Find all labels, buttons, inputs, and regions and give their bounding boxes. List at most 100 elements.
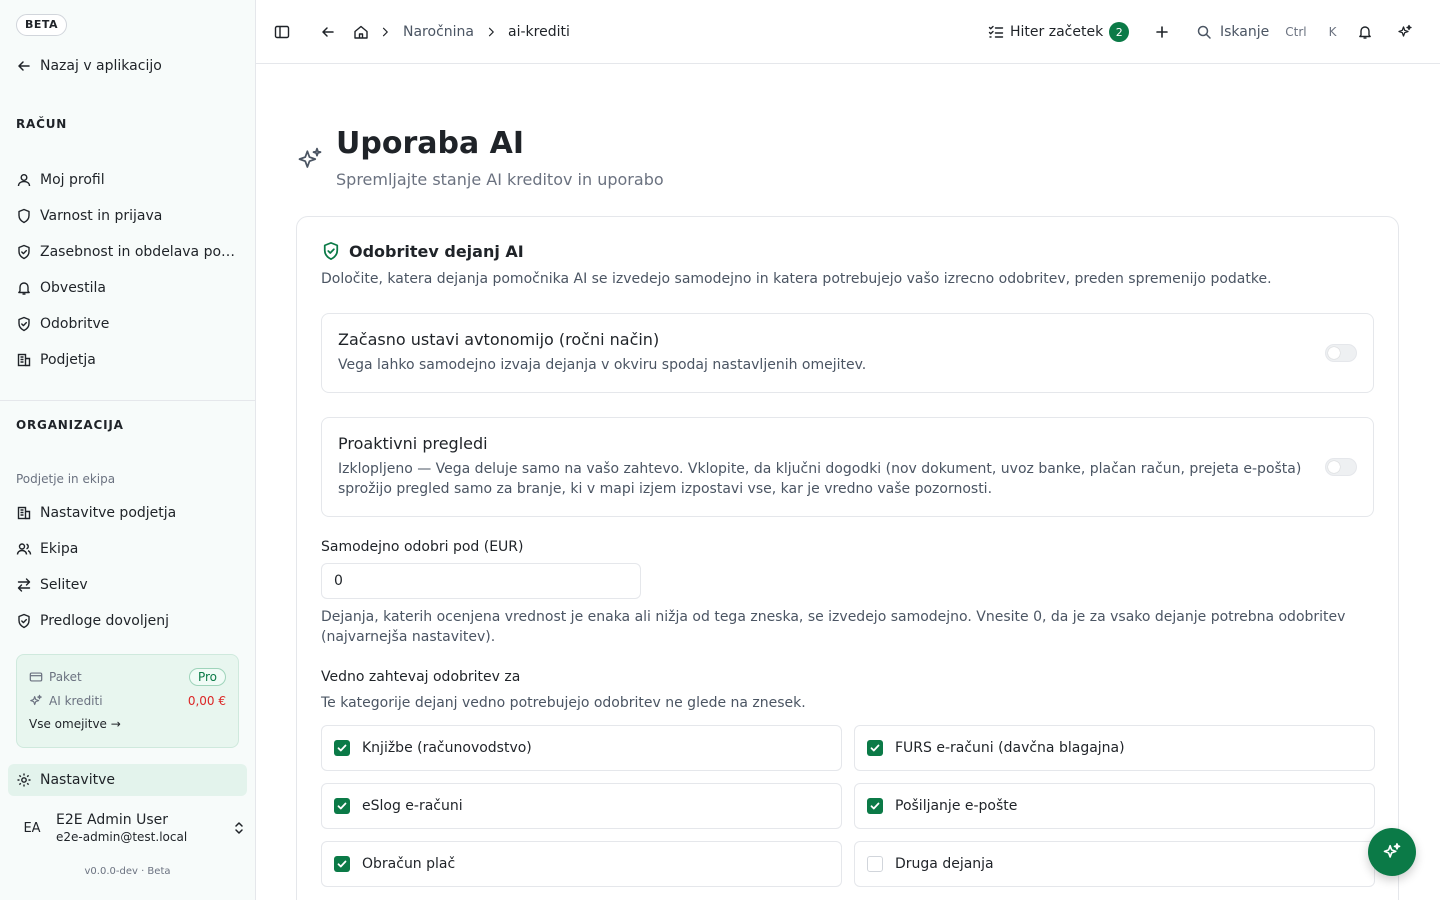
shield-check-icon (18, 613, 30, 629)
toggle-sidebar-button[interactable] (272, 22, 292, 42)
categories-label: Vedno zahtevaj odobritev za (321, 669, 521, 685)
sidebar-divider (0, 400, 255, 401)
search-button[interactable]: Iskanje Ctrl K (1196, 20, 1336, 44)
sidebar: BETA Nazaj v aplikacijo RAČUN Moj profil… (0, 0, 256, 900)
checkbox[interactable] (867, 740, 883, 756)
back-to-app-label: Nazaj v aplikacijo (40, 58, 162, 74)
chevron-right-icon (482, 22, 500, 42)
sidebar-item-privacy[interactable]: Zasebnost in obdelava podatkov (8, 237, 247, 267)
sparkles-icon (30, 694, 42, 706)
account-section-title: RAČUN (16, 117, 68, 131)
shield-check-icon (18, 244, 30, 260)
category-email-sending[interactable]: Pošiljanje e-pošte (854, 783, 1375, 829)
category-other-actions[interactable]: Druga dejanja (854, 841, 1375, 887)
pause-autonomy-setting[interactable]: Začasno ustavi avtonomijo (ročni način) … (321, 313, 1374, 393)
sidebar-item-label: Selitev (40, 577, 88, 593)
sidebar-item-label: Zasebnost in obdelava podatkov (40, 244, 236, 260)
users-icon (16, 543, 32, 555)
check-icon (337, 860, 347, 868)
plan-card: Paket Pro AI krediti 0,00 € Vse omejitve… (16, 654, 239, 748)
card-title-text: Odobritev dejanj AI (349, 241, 524, 261)
search-label: Iskanje (1220, 24, 1270, 40)
sidebar-item-settings[interactable]: Nastavitve (8, 764, 247, 796)
quick-start-label: Hiter začetek (1010, 24, 1104, 40)
notifications-button[interactable] (1355, 22, 1375, 42)
category-eslog-einvoices[interactable]: eSlog e-računi (321, 783, 842, 829)
threshold-label: Samodejno odobri pod (EUR) (321, 539, 524, 555)
all-limits-link[interactable]: Vse omejitve → (29, 717, 226, 731)
user-icon (17, 174, 31, 187)
pause-autonomy-desc: Vega lahko samodejno izvaja dejanja v ok… (338, 357, 867, 373)
user-menu[interactable]: EA E2E Admin User e2e-admin@test.local (16, 808, 247, 848)
home-icon (354, 25, 368, 39)
pause-autonomy-switch[interactable] (1325, 344, 1357, 362)
sidebar-item-label: Predloge dovoljenj (40, 613, 170, 629)
card-description: Določite, katera dejanja pomočnika AI se… (321, 271, 1272, 287)
proactive-reviews-desc: Izklopljeno — Vega deluje samo na vašo z… (338, 461, 1302, 497)
check-icon (870, 744, 880, 752)
sidebar-item-company-settings[interactable]: Nastavitve podjetja (8, 498, 247, 528)
sparkles-icon (1398, 24, 1412, 37)
auto-approve-threshold-input[interactable] (321, 563, 641, 599)
search-shortcut-k: K (1328, 25, 1337, 39)
arrow-left-icon (322, 27, 334, 37)
quick-start-count-badge: 2 (1109, 22, 1130, 42)
sidebar-item-migration[interactable]: Selitev (8, 570, 247, 600)
sidebar-item-notifications[interactable]: Obvestila (8, 273, 247, 303)
plan-label: Paket (49, 670, 82, 684)
category-payroll[interactable]: Obračun plač (321, 841, 842, 887)
credits-value: 0,00 € (187, 694, 226, 708)
sidebar-item-team[interactable]: Ekipa (8, 534, 247, 564)
page-title: Uporaba AI (336, 126, 525, 161)
sidebar-item-label: Nastavitve (40, 772, 115, 788)
plan-badge: Pro (188, 668, 226, 686)
sidebar-item-security[interactable]: Varnost in prijava (8, 201, 247, 231)
sidebar-item-label: Obvestila (40, 280, 106, 296)
category-label: Obračun plač (362, 856, 456, 872)
add-button[interactable] (1152, 22, 1172, 42)
pause-autonomy-title: Začasno ustavi avtonomijo (ročni način) (338, 330, 660, 349)
check-icon (870, 802, 880, 810)
category-furs-einvoices[interactable]: FURS e-računi (davčna blagajna) (854, 725, 1375, 771)
bell-icon (1359, 26, 1371, 39)
home-button[interactable] (351, 22, 371, 42)
back-button[interactable] (318, 22, 338, 42)
ai-approval-card: Odobritev dejanj AI Določite, katera dej… (296, 216, 1399, 900)
sidebar-item-label: Varnost in prijava (40, 208, 163, 224)
category-label: Pošiljanje e-pošte (895, 798, 1018, 814)
chevrons-up-down-icon (235, 822, 243, 834)
search-shortcut-ctrl: Ctrl (1285, 25, 1307, 39)
proactive-reviews-setting[interactable]: Proaktivni pregledi Izklopljeno — Vega d… (321, 417, 1374, 517)
arrows-swap-icon (17, 578, 31, 592)
category-label: Knjižbe (računovodstvo) (362, 740, 532, 756)
app-version: v0.0.0-dev · Beta (84, 866, 171, 877)
quick-start-button[interactable]: Hiter začetek 2 (988, 20, 1130, 44)
chevron-right-icon (376, 22, 394, 42)
user-email: e2e-admin@test.local (56, 830, 188, 844)
checkbox[interactable] (867, 856, 883, 872)
ai-assistant-fab[interactable] (1368, 828, 1416, 876)
checkbox[interactable] (334, 740, 350, 756)
proactive-reviews-switch[interactable] (1325, 458, 1357, 476)
user-name: E2E Admin User (56, 812, 169, 828)
category-bookkeeping[interactable]: Knjižbe (računovodstvo) (321, 725, 842, 771)
sidebar-item-profile[interactable]: Moj profil (8, 165, 247, 195)
breadcrumb-current: ai-krediti (508, 24, 570, 40)
credits-row: AI krediti 0,00 € (29, 689, 226, 713)
plan-row: Paket Pro (29, 665, 226, 689)
checkbox[interactable] (334, 798, 350, 814)
user-info: E2E Admin User e2e-admin@test.local (56, 812, 231, 844)
checkbox[interactable] (867, 798, 883, 814)
sidebar-item-companies[interactable]: Podjetja (8, 345, 247, 375)
org-section-title: ORGANIZACIJA (16, 418, 124, 432)
shield-check-icon (323, 242, 339, 260)
search-icon (1197, 25, 1211, 39)
checkbox[interactable] (334, 856, 350, 872)
sidebar-item-permission-templates[interactable]: Predloge dovoljenj (8, 606, 247, 636)
breadcrumb-item-subscription[interactable]: Naročnina (403, 22, 474, 42)
category-label: Druga dejanja (895, 856, 994, 872)
back-to-app-link[interactable]: Nazaj v aplikacijo (16, 58, 162, 74)
ai-assistant-button[interactable] (1395, 22, 1415, 42)
credit-card-icon (29, 672, 43, 682)
sidebar-item-approvals[interactable]: Odobritve (8, 309, 247, 339)
